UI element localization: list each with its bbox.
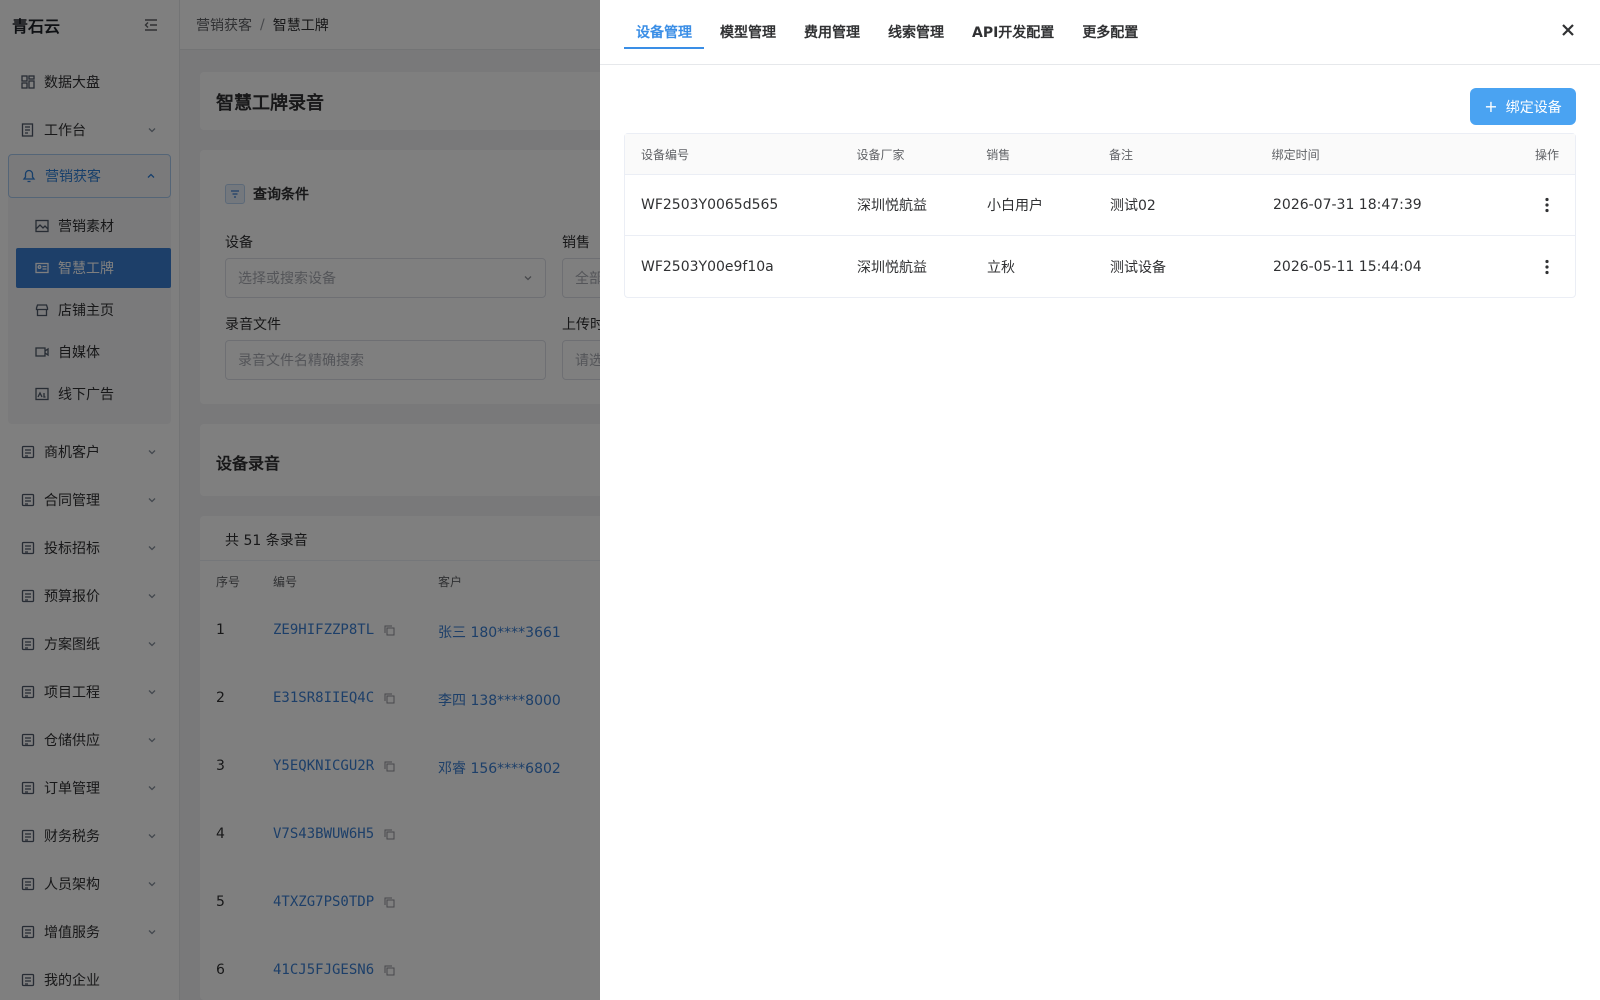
tab-model-management[interactable]: 模型管理 xyxy=(708,17,788,47)
table-header: 设备编号 设备厂家 销售 备注 绑定时间 操作 xyxy=(625,134,1575,175)
table-row: WF2503Y00e9f10a 深圳悦航益 立秋 测试设备 2026-05-11… xyxy=(625,236,1575,297)
col-sales: 销售 xyxy=(986,147,1011,162)
cell-note: 测试02 xyxy=(1110,198,1156,214)
col-vendor: 设备厂家 xyxy=(856,147,905,162)
cell-vendor: 深圳悦航益 xyxy=(857,259,927,276)
plus-icon: + xyxy=(1484,97,1498,116)
table-row: WF2503Y0065d565 深圳悦航益 小白用户 测试02 2026-07-… xyxy=(625,175,1575,236)
settings-drawer: 设备管理 模型管理 费用管理 线索管理 API开发配置 更多配置 + 绑定设备 … xyxy=(600,0,1600,1000)
close-icon[interactable] xyxy=(1560,22,1576,38)
tab-device-management[interactable]: 设备管理 xyxy=(624,17,704,49)
cell-bind-time: 2026-05-11 15:44:04 xyxy=(1273,258,1422,275)
cell-note: 测试设备 xyxy=(1110,259,1166,276)
more-vertical-icon[interactable] xyxy=(1539,259,1555,275)
drawer-tabs: 设备管理 模型管理 费用管理 线索管理 API开发配置 更多配置 xyxy=(600,0,1600,65)
device-table: 设备编号 设备厂家 销售 备注 绑定时间 操作 WF2503Y0065d565 … xyxy=(624,133,1576,298)
more-vertical-icon[interactable] xyxy=(1539,197,1555,213)
cell-device-id: WF2503Y0065d565 xyxy=(641,197,779,213)
bind-device-label: 绑定设备 xyxy=(1505,99,1562,116)
cell-bind-time: 2026-07-31 18:47:39 xyxy=(1273,197,1422,213)
cell-device-id: WF2503Y00e9f10a xyxy=(641,258,774,275)
col-note: 备注 xyxy=(1109,147,1134,162)
cell-vendor: 深圳悦航益 xyxy=(857,198,927,214)
cell-sales: 小白用户 xyxy=(987,198,1043,214)
tab-fee-management[interactable]: 费用管理 xyxy=(792,17,872,47)
col-device-id: 设备编号 xyxy=(641,147,690,162)
bind-device-button[interactable]: + 绑定设备 xyxy=(1470,88,1576,125)
col-actions: 操作 xyxy=(1534,147,1559,162)
tab-lead-management[interactable]: 线索管理 xyxy=(876,17,956,47)
cell-sales: 立秋 xyxy=(987,259,1015,276)
tab-more-config[interactable]: 更多配置 xyxy=(1070,17,1150,47)
tab-api-config[interactable]: API开发配置 xyxy=(960,17,1066,47)
col-bind-time: 绑定时间 xyxy=(1271,147,1320,162)
